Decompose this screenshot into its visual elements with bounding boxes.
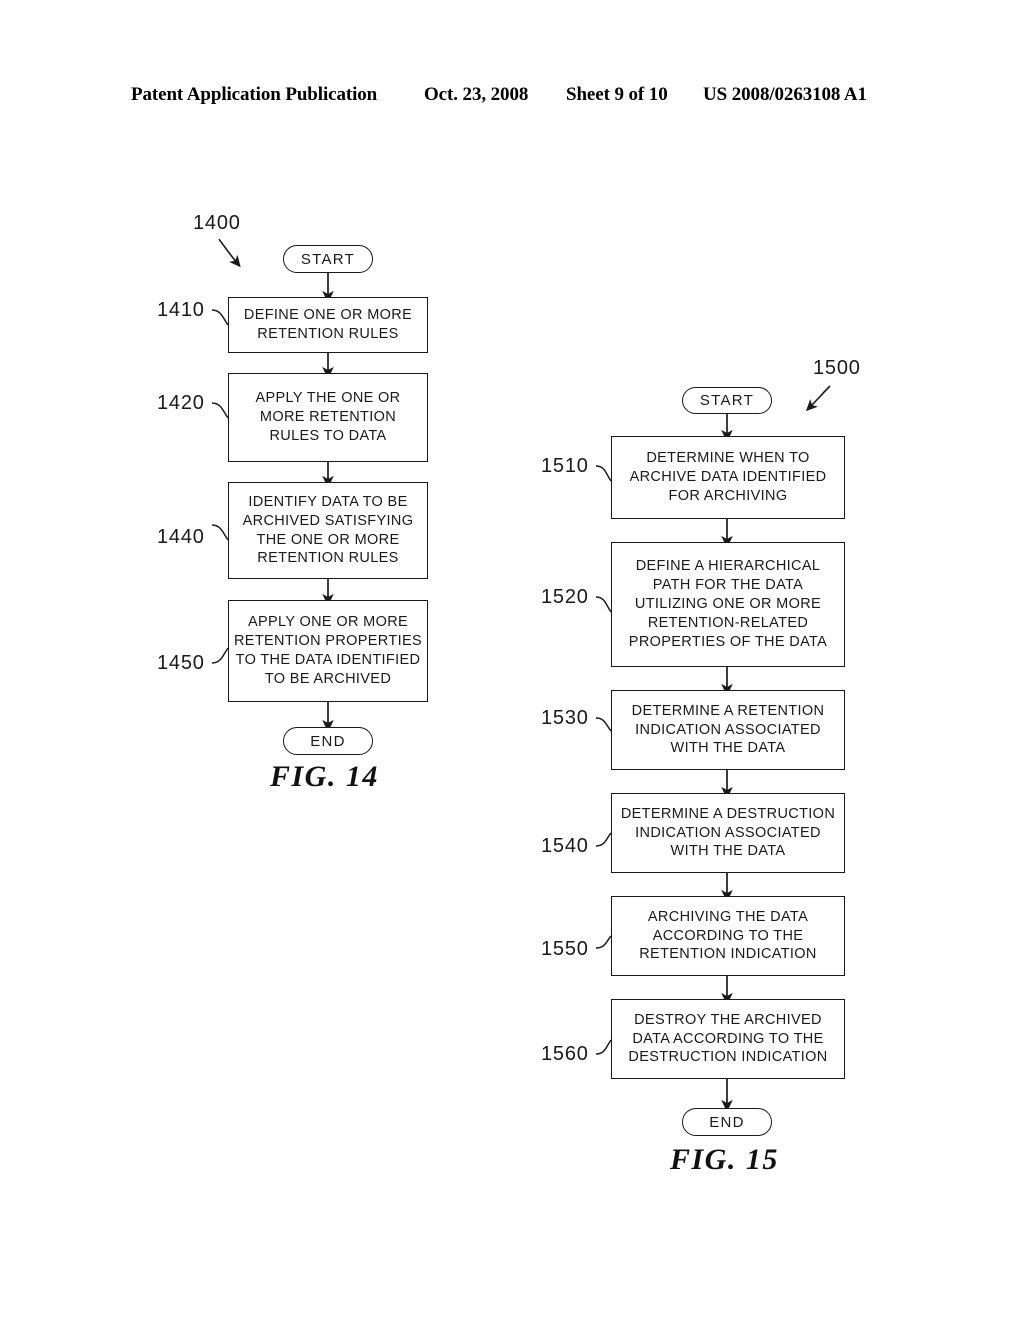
fig15-step-1510-reference: 1510 xyxy=(541,455,589,477)
fig14-step-1450-line-1: APPLY ONE OR MORE xyxy=(247,614,409,631)
fig15-step-1540-reference: 1540 xyxy=(541,835,589,857)
fig15-step-1510-line-2: ARCHIVE DATA IDENTIFIED xyxy=(629,469,827,486)
fig15-start-label: START xyxy=(699,392,755,409)
fig14-end-terminal: END xyxy=(283,727,373,755)
fig15-step-1520-line-2: PATH FOR THE DATA xyxy=(652,577,804,594)
fig14-step-1440-box: IDENTIFY DATA TO BE ARCHIVED SATISFYING … xyxy=(228,482,428,579)
fig15-step-1560-reference: 1560 xyxy=(541,1043,589,1065)
fig15-step-1520-reference: 1520 xyxy=(541,586,589,608)
fig15-step-1520-line-4: RETENTION-RELATED xyxy=(647,614,809,631)
fig14-step-1410-line-2: RETENTION RULES xyxy=(257,326,399,342)
fig15-step-1550-line-2: ACCORDING TO THE xyxy=(652,927,804,944)
fig14-step-1440-line-3: THE ONE OR MORE xyxy=(256,531,400,548)
fig15-step-1540-line-1: DETERMINE A DESTRUCTION xyxy=(620,805,836,822)
fig14-step-1450-box: APPLY ONE OR MORE RETENTION PROPERTIES T… xyxy=(228,600,428,702)
fig15-step-1510-box: DETERMINE WHEN TO ARCHIVE DATA IDENTIFIE… xyxy=(611,436,845,519)
figure-15-reference-numeral: 1500 xyxy=(813,357,861,379)
fig14-step-1450-line-4: TO BE ARCHIVED xyxy=(264,670,392,687)
fig15-step-1550-line-1: ARCHIVING THE DATA xyxy=(647,908,809,925)
fig15-step-1520-line-3: UTILIZING ONE OR MORE xyxy=(634,596,822,613)
fig15-step-1550-reference: 1550 xyxy=(541,938,589,960)
fig15-step-1550-box: ARCHIVING THE DATA ACCORDING TO THE RETE… xyxy=(611,896,845,976)
fig15-step-1540-line-3: WITH THE DATA xyxy=(670,843,786,860)
fig15-step-1530-line-2: INDICATION ASSOCIATED xyxy=(635,721,821,738)
fig15-step-1560-box: DESTROY THE ARCHIVED DATA ACCORDING TO T… xyxy=(611,999,845,1079)
fig14-step-1420-line-3: RULES TO DATA xyxy=(269,427,387,444)
fig14-step-1450-line-2: RETENTION PROPERTIES xyxy=(233,633,422,650)
figure-15-caption: FIG. 15 xyxy=(670,1143,779,1176)
fig15-step-1540-box: DETERMINE A DESTRUCTION INDICATION ASSOC… xyxy=(611,793,845,873)
fig14-step-1410-box: DEFINE ONE OR MORE RETENTION RULES xyxy=(228,297,428,353)
fig14-start-label: START xyxy=(300,250,356,268)
fig14-step-1440-line-2: ARCHIVED SATISFYING xyxy=(242,512,414,529)
figure-14-reference-numeral: 1400 xyxy=(193,212,241,234)
fig15-step-1520-line-5: PROPERTIES OF THE DATA xyxy=(628,633,828,650)
fig15-end-terminal: END xyxy=(682,1108,772,1136)
fig14-step-1440-line-1: IDENTIFY DATA TO BE xyxy=(248,493,408,510)
fig15-step-1530-line-3: WITH THE DATA xyxy=(670,740,786,757)
fig14-end-label: END xyxy=(310,732,346,750)
fig14-start-terminal: START xyxy=(283,245,373,273)
figure-14-caption: FIG. 14 xyxy=(270,760,379,793)
fig15-step-1530-box: DETERMINE A RETENTION INDICATION ASSOCIA… xyxy=(611,690,845,770)
fig15-step-1560-line-1: DESTROY THE ARCHIVED xyxy=(634,1011,822,1028)
fig15-end-label: END xyxy=(709,1113,745,1131)
fig15-step-1540-line-2: INDICATION ASSOCIATED xyxy=(635,824,821,841)
fig14-step-1450-reference: 1450 xyxy=(157,652,205,674)
fig14-step-1440-reference: 1440 xyxy=(157,526,205,548)
fig14-step-1450-line-3: TO THE DATA IDENTIFIED xyxy=(235,652,421,668)
fig14-step-1420-line-1: APPLY THE ONE OR xyxy=(255,390,401,407)
fig15-step-1530-line-1: DETERMINE A RETENTION xyxy=(631,702,825,719)
fig15-start-terminal: START xyxy=(682,387,772,414)
fig15-step-1520-line-1: DEFINE A HIERARCHICAL xyxy=(635,558,821,575)
fig14-step-1410-line-1: DEFINE ONE OR MORE xyxy=(243,307,413,324)
fig15-step-1510-line-3: FOR ARCHIVING xyxy=(668,487,788,504)
fig15-step-1550-line-3: RETENTION INDICATION xyxy=(639,946,817,963)
fig15-step-1520-box: DEFINE A HIERARCHICAL PATH FOR THE DATA … xyxy=(611,542,845,667)
fig14-step-1420-reference: 1420 xyxy=(157,392,205,414)
fig15-step-1560-line-2: DATA ACCORDING TO THE xyxy=(632,1030,824,1047)
fig14-step-1440-line-4: RETENTION RULES xyxy=(257,550,399,567)
fig14-step-1420-line-2: MORE RETENTION xyxy=(259,409,397,426)
fig15-step-1510-line-1: DETERMINE WHEN TO xyxy=(646,450,810,467)
fig14-step-1420-box: APPLY THE ONE OR MORE RETENTION RULES TO… xyxy=(228,373,428,462)
fig15-step-1530-reference: 1530 xyxy=(541,707,589,729)
fig15-step-1560-line-3: DESTRUCTION INDICATION xyxy=(628,1049,828,1066)
fig14-step-1410-reference: 1410 xyxy=(157,299,205,321)
